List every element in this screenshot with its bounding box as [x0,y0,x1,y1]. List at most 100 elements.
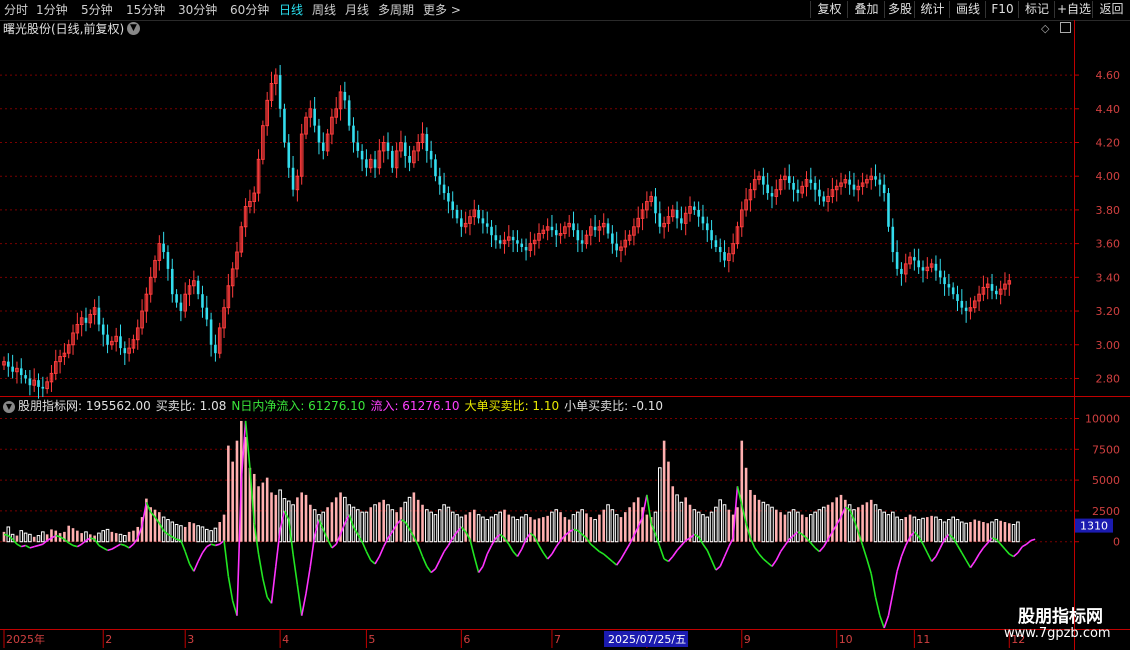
chevron-down-icon[interactable]: ▼ [3,400,15,413]
multi-stock-button[interactable]: 多股 [884,1,915,18]
period-tab-multi[interactable]: 多周期 [378,2,414,18]
indicator-line-segment [1000,543,1006,550]
top-toolbar: 分时 1分钟 5分钟 15分钟 30分钟 60分钟 日线 周线 月线 多周期 更… [0,0,1130,21]
indicator-line-segment [482,553,488,567]
candle-body [541,229,546,235]
fuquan-button[interactable]: 复权 [810,1,848,18]
indicator-line-segment [1004,548,1010,555]
volume-bar [662,440,666,542]
indicator-line-segment [857,531,864,546]
indicator-line-segment [693,533,700,538]
period-tab-5min[interactable]: 5分钟 [81,2,113,18]
candle-body [968,307,973,312]
candle-body [792,182,795,190]
candle-body [925,266,930,272]
indicator-line-segment [961,552,967,561]
volume-bar [671,486,675,542]
mark-button[interactable]: 标记 [1018,1,1055,18]
candle-body [917,260,920,268]
indicator-line-segment [689,533,695,539]
volume-bar [826,504,830,542]
period-tab-1min[interactable]: 1分钟 [36,2,68,18]
back-button[interactable]: 返回 [1092,1,1130,18]
indicator-line-segment [801,533,808,539]
main-y-tick-label: 4.60 [1096,69,1121,82]
add-watchlist-button[interactable]: +自选 [1054,1,1093,18]
volume-bar [304,494,308,542]
candle-body [1007,280,1012,285]
candle-body [429,150,433,160]
indicator-line-segment [887,593,894,616]
candle-body [619,246,623,251]
candle-body [830,189,835,197]
volume-bar [412,492,416,542]
indicator-line-segment [900,545,907,557]
volume-bar [632,502,636,542]
candle-body [520,243,524,247]
candle-body [826,195,830,202]
candle-body [403,142,407,156]
candle-body [485,223,489,227]
volume-bar [437,509,442,543]
indicator-line-segment [339,522,346,535]
candle-body [494,235,498,241]
indicator-line-segment [728,537,734,548]
volume-bar [416,499,420,542]
statistics-button[interactable]: 统计 [914,1,950,18]
candle-body [123,348,127,354]
f10-button[interactable]: F10 [985,1,1019,18]
candle-body [416,141,420,152]
indicator-line-segment [697,536,704,545]
volume-bar [882,511,886,543]
candle-body [938,270,942,278]
overlay-button[interactable]: 叠加 [847,1,885,18]
candle-body [325,133,330,152]
period-tab-30min[interactable]: 30分钟 [178,2,217,18]
candle-body [37,380,40,387]
indicator-line-segment [240,420,247,481]
candle-body [101,324,105,335]
volume-bar [757,499,761,542]
x-tick-label: 4 [282,633,289,646]
volume-bar [278,489,282,543]
period-tab-weekly[interactable]: 周线 [312,2,336,18]
candle-body [576,230,580,241]
draw-line-button[interactable]: 画线 [949,1,986,18]
candle-body [990,284,994,291]
volume-bar [973,519,977,542]
candle-body [377,150,382,169]
candle-body [214,344,217,354]
candle-body [299,133,304,177]
indicator-line-segment [120,543,126,547]
candle-body [368,158,373,169]
candle-body [995,290,998,295]
period-tab-fenshi[interactable]: 分时 [4,2,28,18]
period-tab-15min[interactable]: 15分钟 [126,2,165,18]
indicator-line-segment [551,546,557,555]
volume-bar [986,523,990,542]
period-tab-more[interactable]: 更多 > [423,2,461,18]
candle-body [662,222,666,228]
candle-body [804,179,809,187]
x-tick-label: 5 [368,633,375,646]
volume-bar [982,522,985,542]
period-tab-daily[interactable]: 日线 [279,2,303,18]
volume-bar [571,514,576,543]
watermark-url: www.7gpzb.com [1004,626,1111,641]
indicator-line-segment [779,544,786,553]
indicator-line-segment [16,543,22,548]
volume-bar [231,461,234,542]
volume-bar [489,516,494,543]
volume-bar [606,504,610,543]
candle-body [718,246,722,253]
diamond-icon[interactable]: ◇ [1041,22,1049,35]
candle-body [563,226,567,235]
panel-toggle-icon[interactable] [1060,22,1071,33]
volume-bar [192,523,196,542]
period-tab-monthly[interactable]: 月线 [345,2,369,18]
period-tab-60min[interactable]: 60分钟 [230,2,269,18]
candle-body [688,206,692,214]
indicator-line-segment [460,526,467,533]
indicator-line-segment [987,537,993,544]
chevron-down-icon[interactable]: ▼ [127,22,140,35]
